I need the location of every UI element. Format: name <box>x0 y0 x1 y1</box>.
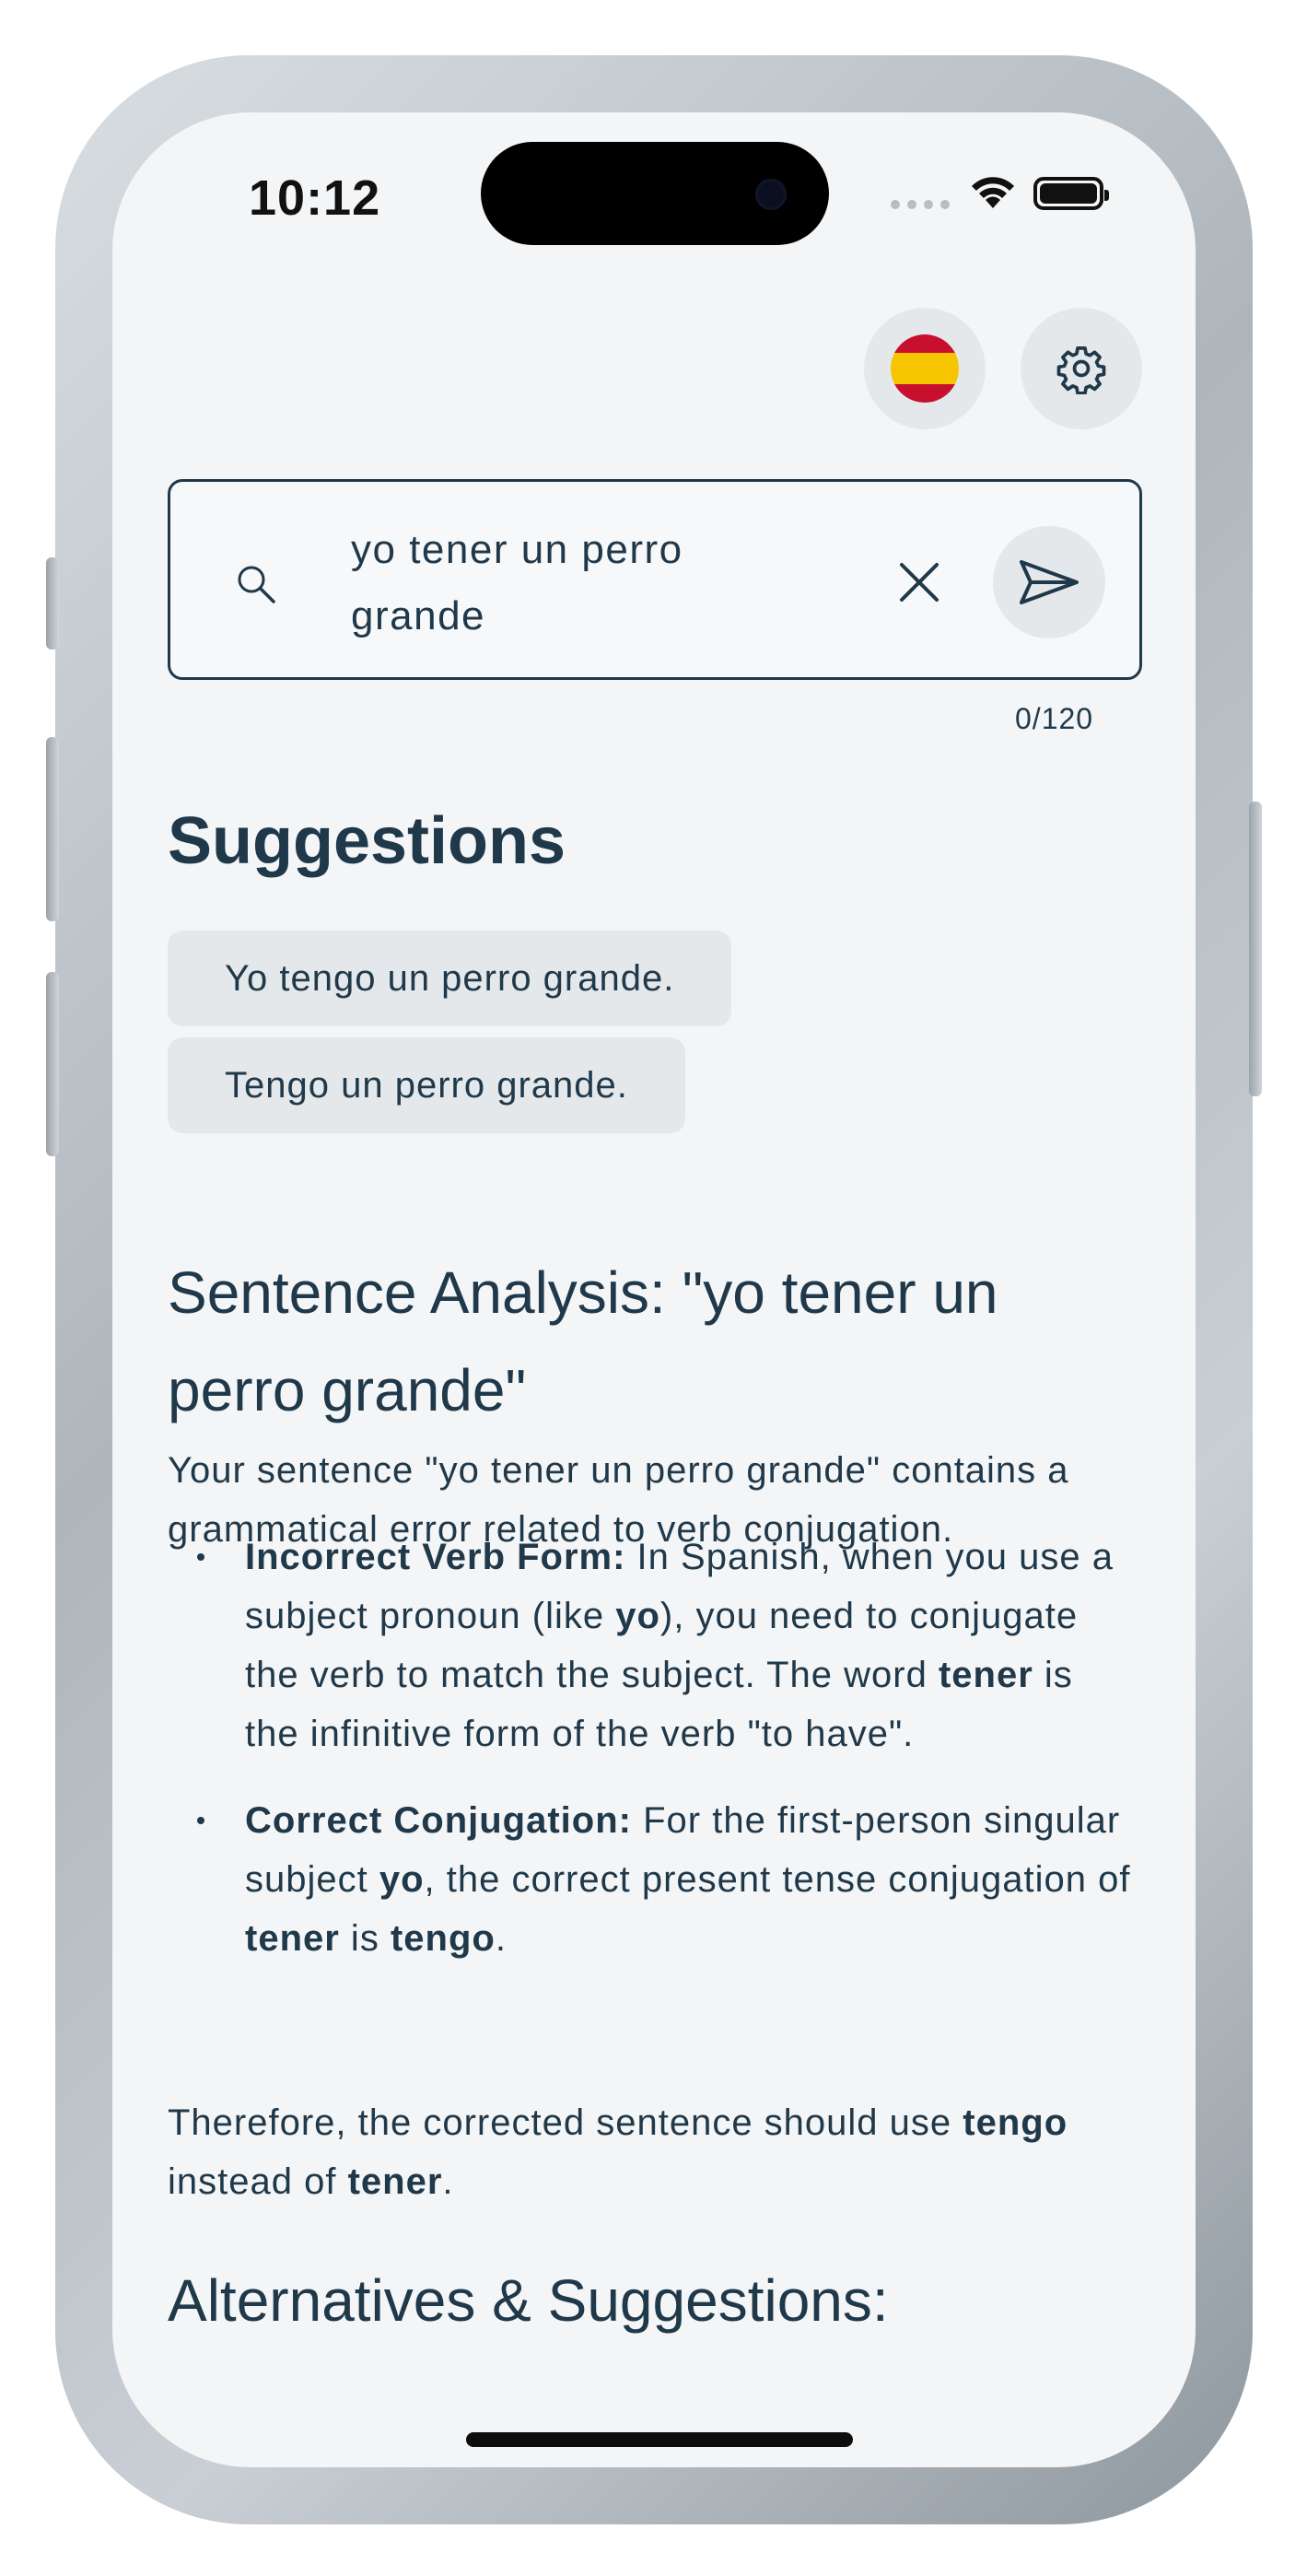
camera-icon <box>755 179 787 210</box>
suggestion-chip[interactable]: Yo tengo un perro grande. <box>168 931 732 1026</box>
spain-flag-icon <box>891 334 959 403</box>
send-button[interactable] <box>993 526 1105 638</box>
close-icon[interactable] <box>894 557 944 607</box>
settings-button[interactable] <box>1021 308 1142 429</box>
send-icon <box>1020 560 1079 604</box>
alternatives-heading: Alternatives & Suggestions: <box>168 2267 889 2334</box>
list-item: Incorrect Verb Form: In Spanish, when yo… <box>168 1528 1135 1763</box>
search-icon <box>238 566 275 603</box>
suggestion-chip[interactable]: Tengo un perro grande. <box>168 1037 685 1133</box>
cellular-signal-icon <box>891 200 950 209</box>
character-counter: 0/120 <box>1015 702 1094 735</box>
mute-switch <box>46 557 59 650</box>
analysis-bullet-list: Incorrect Verb Form: In Spanish, when yo… <box>168 1528 1135 1996</box>
battery-icon <box>1033 177 1109 210</box>
volume-down-button <box>46 972 59 1156</box>
list-item: Correct Conjugation: For the first-perso… <box>168 1791 1135 1968</box>
dynamic-island <box>481 142 829 245</box>
analysis-heading: Sentence Analysis: "yo tener un perro gr… <box>168 1259 998 1423</box>
suggestions-heading: Suggestions <box>168 804 566 878</box>
volume-up-button <box>46 737 59 921</box>
sentence-input[interactable]: yo tener un perro grande <box>168 479 1142 680</box>
gear-icon <box>1056 345 1106 394</box>
app-screen: 10:12 yo tener un perro grande 0/120 Sug… <box>112 112 1196 2467</box>
home-indicator[interactable] <box>466 2432 853 2447</box>
input-value[interactable]: yo tener un perro grande <box>351 517 738 650</box>
language-button[interactable] <box>864 308 986 429</box>
wifi-icon <box>972 177 1014 208</box>
power-button <box>1249 802 1262 1096</box>
analysis-conclusion: Therefore, the corrected sentence should… <box>168 2102 1068 2202</box>
status-time: 10:12 <box>249 170 381 226</box>
